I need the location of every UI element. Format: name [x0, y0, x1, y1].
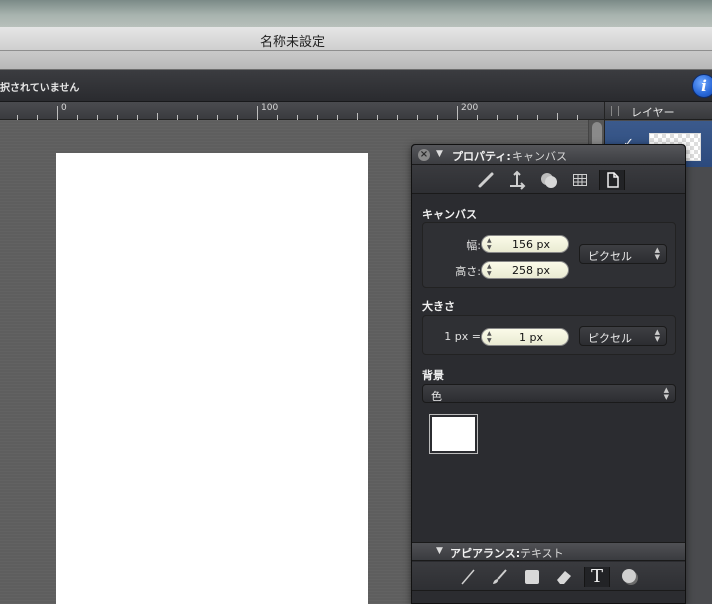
scale-ratio-stepper[interactable]: ▲ ▼ 1 px [481, 328, 569, 346]
width-stepper[interactable]: ▲ ▼ 156 px [481, 235, 569, 253]
info-icon[interactable]: i [692, 74, 712, 98]
ruler-label-100: 100 [261, 103, 279, 113]
size-unit-select[interactable]: ピクセル ▲ ▼ [579, 326, 667, 346]
properties-panel: × ▼ プロパティ: キャンバス キャンバス 幅: ▲ ▼ 156 px 高さ:… [411, 144, 686, 604]
size-unit-select-value: ピクセル [588, 332, 632, 345]
text-icon[interactable]: T [584, 567, 610, 587]
toolbar [0, 51, 712, 70]
canvas-size-group: 幅: ▲ ▼ 156 px 高さ: ▲ ▼ 258 px ピクセル ▲ ▼ [422, 222, 676, 288]
appearance-panel-title: アピアランス: [450, 547, 521, 560]
appearance-panel-titlebar[interactable]: ▼ アピアランス: テキスト [412, 542, 685, 561]
height-value[interactable]: 258 px [500, 264, 562, 277]
ruler-label-200: 200 [461, 103, 479, 113]
canvas-unit-select[interactable]: ピクセル ▲ ▼ [579, 244, 667, 264]
size-section-title: 大きさ [422, 300, 455, 313]
select-arrows-icon: ▲ ▼ [654, 246, 660, 261]
desktop-background [0, 0, 712, 27]
properties-panel-titlebar[interactable]: × ▼ プロパティ: キャンバス [412, 145, 685, 165]
stepper-arrows-icon[interactable]: ▲ ▼ [487, 330, 492, 344]
grid-icon[interactable] [570, 170, 590, 190]
rectangle-icon[interactable] [522, 567, 542, 587]
height-stepper[interactable]: ▲ ▼ 258 px [481, 261, 569, 279]
properties-panel-context: キャンバス [512, 150, 567, 163]
background-color-swatch[interactable] [429, 414, 478, 454]
brush-icon[interactable] [490, 567, 510, 587]
width-label: 幅: [466, 239, 481, 252]
shape-icon[interactable] [539, 170, 559, 190]
artboard[interactable] [56, 153, 368, 604]
size-group: 1 px = ▲ ▼ 1 px ピクセル ▲ ▼ [422, 315, 676, 355]
select-arrows-icon: ▲ ▼ [663, 386, 669, 401]
background-type-select[interactable]: 色 ▲ ▼ [422, 384, 676, 403]
stepper-arrows-icon[interactable]: ▲ ▼ [487, 237, 492, 251]
layers-panel-title: レイヤー [631, 106, 675, 119]
canvas-section-title: キャンバス [422, 208, 477, 221]
line-icon[interactable] [458, 567, 478, 587]
ruler-icon[interactable] [476, 170, 496, 190]
transform-icon[interactable] [507, 170, 527, 190]
select-arrows-icon: ▲ ▼ [654, 328, 660, 343]
app-window: 名称未設定 択されていません i 0 100 200 レイヤー × ▼ プロパテ… [0, 0, 712, 604]
disclosure-triangle-icon[interactable]: ▼ [436, 546, 443, 556]
layers-panel-header[interactable]: レイヤー [605, 102, 712, 120]
width-value[interactable]: 156 px [500, 238, 562, 251]
scale-ratio-label: 1 px = [444, 330, 481, 343]
eraser-icon[interactable] [554, 567, 574, 587]
background-section-title: 背景 [422, 369, 444, 382]
title-bar[interactable]: 名称未設定 [0, 27, 712, 51]
scale-ratio-value[interactable]: 1 px [500, 331, 562, 344]
document-icon[interactable] [599, 170, 625, 190]
panel-grip-icon[interactable] [611, 106, 619, 116]
background-type-select-value: 色 [431, 390, 442, 403]
properties-tool-row [412, 165, 685, 194]
appearance-tool-row: T [412, 562, 685, 591]
properties-panel-title: プロパティ: [452, 150, 511, 163]
close-icon[interactable]: × [418, 149, 430, 161]
canvas-unit-select-value: ピクセル [588, 250, 632, 263]
shadow-icon[interactable] [620, 567, 640, 587]
stepper-arrows-icon[interactable]: ▲ ▼ [487, 263, 492, 277]
height-label: 高さ: [455, 265, 481, 278]
disclosure-triangle-icon[interactable]: ▼ [436, 149, 443, 159]
window-title: 名称未設定 [259, 35, 325, 50]
appearance-panel-context: テキスト [520, 547, 564, 560]
horizontal-ruler: 0 100 200 [0, 102, 604, 120]
ruler-label-0: 0 [61, 103, 67, 113]
ruler-ticks [17, 106, 578, 120]
status-bar: 択されていません i [0, 70, 712, 102]
selection-status-text: 択されていません [0, 83, 80, 94]
